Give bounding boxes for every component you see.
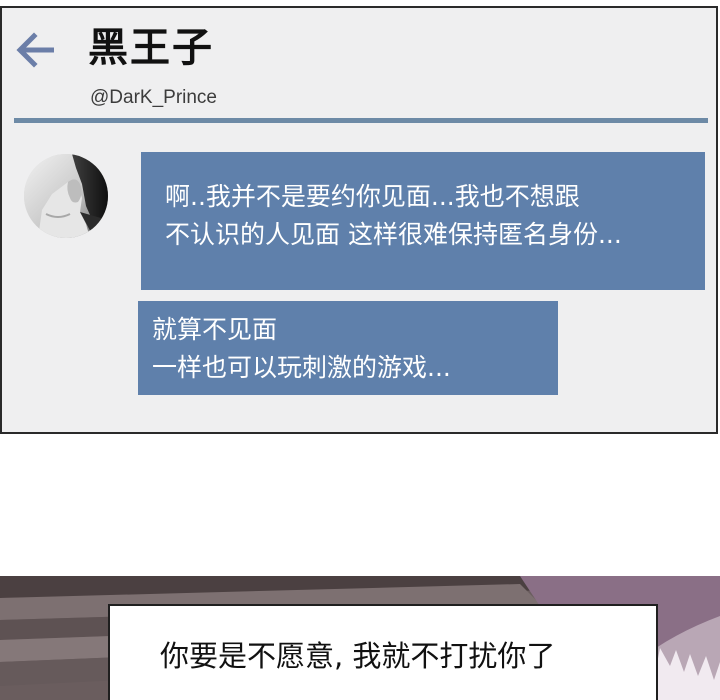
header-divider — [14, 118, 708, 123]
avatar[interactable] — [24, 154, 108, 238]
message-line: 就算不见面 — [152, 315, 278, 344]
comic-page: 黑王子 @DarK_Prince 啊..我并不是要约你见面...我也不想跟 不认… — [0, 0, 720, 700]
contact-name: 黑王子 — [88, 25, 214, 71]
avatar-photo — [24, 154, 108, 238]
back-button[interactable] — [14, 30, 58, 70]
contact-handle: @DarK_Prince — [90, 87, 217, 108]
message-bubble: 就算不见面 一样也可以玩刺激的游戏... — [138, 301, 558, 395]
message-line: 不认识的人见面 这样很难保持匿名身份... — [165, 220, 622, 249]
chat-header: 黑王子 @DarK_Prince — [2, 8, 716, 123]
caption-text: 你要是不愿意, 我就不打扰你了 — [160, 639, 556, 673]
message-line: 啊..我并不是要约你见面...我也不想跟 — [165, 182, 580, 211]
chat-screen-panel: 黑王子 @DarK_Prince 啊..我并不是要约你见面...我也不想跟 不认… — [0, 6, 718, 434]
caption-box: 你要是不愿意, 我就不打扰你了 — [108, 604, 658, 700]
message-bubble: 啊..我并不是要约你见面...我也不想跟 不认识的人见面 这样很难保持匿名身份.… — [141, 152, 705, 290]
arrow-left-icon — [16, 32, 54, 68]
message-line: 一样也可以玩刺激的游戏... — [152, 353, 451, 382]
